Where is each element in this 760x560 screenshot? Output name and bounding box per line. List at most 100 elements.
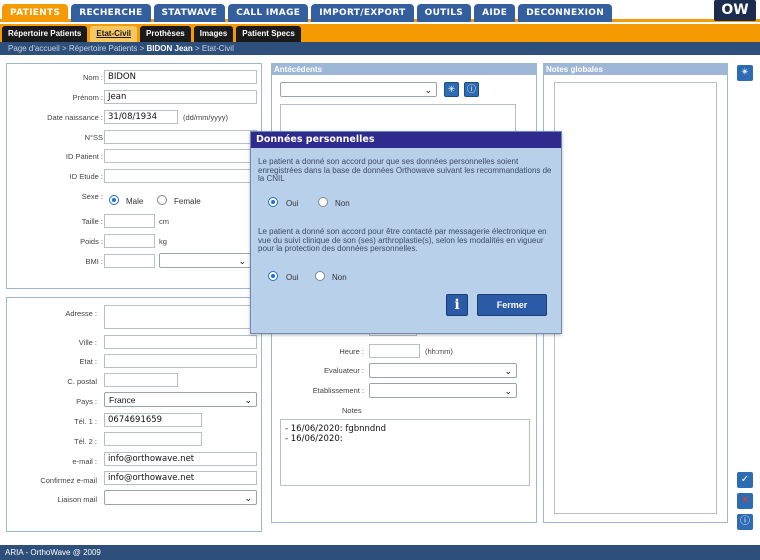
subtab-etat-civil[interactable]: Etat-Civil	[90, 26, 138, 42]
consent-contact-text: Le patient a donné son accord pour être …	[258, 227, 547, 253]
consent-storage-oui-label: Oui	[286, 199, 299, 208]
poids-unit: kg	[159, 237, 167, 246]
sexe-label: Sexe :	[81, 192, 103, 201]
snowflake-icon[interactable]: ✳	[444, 82, 459, 97]
bmi-select[interactable]: ⌄	[159, 253, 251, 268]
heure-field[interactable]	[369, 344, 420, 358]
email-confirm-label: Confirmez e-mail	[40, 476, 97, 485]
notes-globales-textarea[interactable]	[554, 82, 717, 514]
taille-field[interactable]	[104, 214, 155, 228]
sexe-female-label: Female	[174, 197, 201, 206]
skeleton-icon[interactable]: ✴	[737, 65, 753, 81]
tab-patients[interactable]: PATIENTS	[2, 4, 69, 22]
adresse-field[interactable]	[104, 305, 257, 329]
sexe-male-radio[interactable]	[109, 195, 119, 205]
heure-hint: (hh:mm)	[425, 347, 453, 356]
chevron-down-icon: ⌄	[504, 366, 512, 376]
bmi-label: BMI :	[85, 257, 103, 266]
email-confirm-field[interactable]: info@orthowave.net	[104, 471, 257, 485]
consent-contact-oui-radio[interactable]	[268, 271, 278, 281]
note-line: - 16/06/2020:	[285, 434, 343, 444]
tab-recherche[interactable]: RECHERCHE	[71, 4, 151, 22]
breadcrumb-path[interactable]: Page d'accueil > Répertoire Patients >	[8, 44, 147, 53]
tel1-field[interactable]: 0674691659	[104, 413, 202, 427]
breadcrumb-patient: BIDON Jean	[146, 44, 193, 53]
dob-label: Date naissance :	[47, 113, 103, 122]
poids-label: Poids :	[80, 237, 103, 246]
etablissement-select[interactable]: ⌄	[369, 383, 517, 398]
id-patient-label: ID Patient :	[65, 152, 103, 161]
bmi-field[interactable]	[104, 254, 155, 268]
consent-storage-non-radio[interactable]	[318, 197, 328, 207]
taille-label: Taille :	[81, 217, 103, 226]
code-postal-field[interactable]	[104, 373, 178, 387]
fermer-button[interactable]: Fermer	[477, 294, 547, 316]
chevron-down-icon: ⌄	[238, 256, 246, 266]
top-navigation-bar: PATIENTS RECHERCHE STATWAVE CALL IMAGE I…	[0, 0, 760, 22]
liaison-mail-select[interactable]: ⌄	[104, 490, 257, 505]
subtab-patient-specs[interactable]: Patient Specs	[236, 26, 301, 42]
consent-storage-text: Le patient a donné son accord pour que s…	[258, 157, 552, 183]
orthowave-logo: OW	[714, 0, 756, 21]
notes-textarea[interactable]: - 16/06/2020: fgbnndnd - 16/06/2020:	[280, 419, 530, 486]
tab-deconnexion[interactable]: DECONNEXION	[518, 4, 613, 22]
dob-format-hint: (dd/mm/yyyy)	[183, 113, 228, 122]
notes-globales-title: Notes globales	[544, 64, 727, 75]
tel2-field[interactable]	[104, 432, 202, 446]
sexe-male-label: Male	[126, 197, 144, 206]
antecedents-select[interactable]: ⌄	[280, 82, 437, 97]
prenom-field[interactable]: Jean	[104, 90, 257, 104]
info-icon[interactable]: ⓘ	[737, 514, 753, 530]
etat-field[interactable]	[104, 354, 257, 368]
nom-label: Nom :	[82, 73, 103, 82]
adresse-label: Adresse :	[65, 309, 97, 318]
chevron-down-icon: ⌄	[424, 85, 432, 95]
notes-label: Notes	[342, 406, 362, 415]
tab-call-image[interactable]: CALL IMAGE	[228, 4, 309, 22]
email-field[interactable]: info@orthowave.net	[104, 452, 257, 466]
breadcrumb: Page d'accueil > Répertoire Patients > B…	[0, 42, 760, 55]
evaluateur-select[interactable]: ⌄	[369, 363, 517, 378]
sexe-female-radio[interactable]	[157, 195, 167, 205]
etat-label: Etat :	[79, 357, 97, 366]
pays-select[interactable]: France ⌄	[104, 392, 257, 407]
note-line: - 16/06/2020: fgbnndnd	[285, 424, 387, 434]
subtab-protheses[interactable]: Prothèses	[140, 26, 191, 42]
footer: ARIA - OrthoWave @ 2009	[0, 545, 760, 560]
app-root: PATIENTS RECHERCHE STATWAVE CALL IMAGE I…	[0, 0, 760, 560]
consent-contact-non-radio[interactable]	[315, 271, 325, 281]
tel1-label: Tél. 1 :	[74, 417, 97, 426]
pays-label: Pays :	[76, 397, 97, 406]
modal-title: Données personnelles	[251, 132, 561, 148]
antecedents-title: Antécédents	[272, 64, 536, 75]
etablissement-label: Etablissement :	[312, 386, 364, 395]
consent-storage-oui-radio[interactable]	[268, 197, 278, 207]
chevron-down-icon: ⌄	[244, 395, 252, 405]
subtab-images[interactable]: Images	[193, 26, 234, 42]
info-icon[interactable]: ⓘ	[464, 82, 479, 97]
ville-field[interactable]	[104, 335, 257, 349]
email-label: e-mail :	[72, 457, 97, 466]
identity-panel: Nom : BIDON Prénom : Jean Date naissance…	[6, 63, 262, 289]
tab-aide[interactable]: AIDE	[474, 4, 516, 22]
info-button[interactable]: i	[446, 294, 468, 316]
tab-import-export[interactable]: IMPORT/EXPORT	[311, 4, 414, 22]
antecedents-textarea[interactable]	[280, 104, 516, 132]
notes-globales-panel: Notes globales	[543, 63, 728, 523]
evaluateur-label: Evaluateur :	[323, 366, 364, 375]
taille-unit: cm	[159, 217, 169, 226]
dob-field[interactable]: 31/08/1934	[104, 110, 178, 124]
tab-statwave[interactable]: STATWAVE	[153, 4, 226, 22]
tab-outils[interactable]: OUTILS	[416, 4, 472, 22]
poids-field[interactable]	[104, 234, 155, 248]
save-check-icon[interactable]: ✓	[737, 472, 753, 488]
id-etude-field[interactable]	[104, 169, 257, 183]
subtab-repertoire-patients[interactable]: Répertoire Patients	[2, 26, 88, 42]
address-panel: Adresse : Ville : Etat : C. postal Pays …	[6, 297, 262, 532]
chevron-down-icon: ⌄	[504, 386, 512, 396]
cancel-icon[interactable]: ✕	[737, 493, 753, 509]
nss-field[interactable]	[104, 130, 257, 144]
id-patient-field[interactable]	[104, 149, 257, 163]
main-menu: PATIENTS RECHERCHE STATWAVE CALL IMAGE I…	[2, 4, 613, 22]
nom-field[interactable]: BIDON	[104, 70, 257, 84]
